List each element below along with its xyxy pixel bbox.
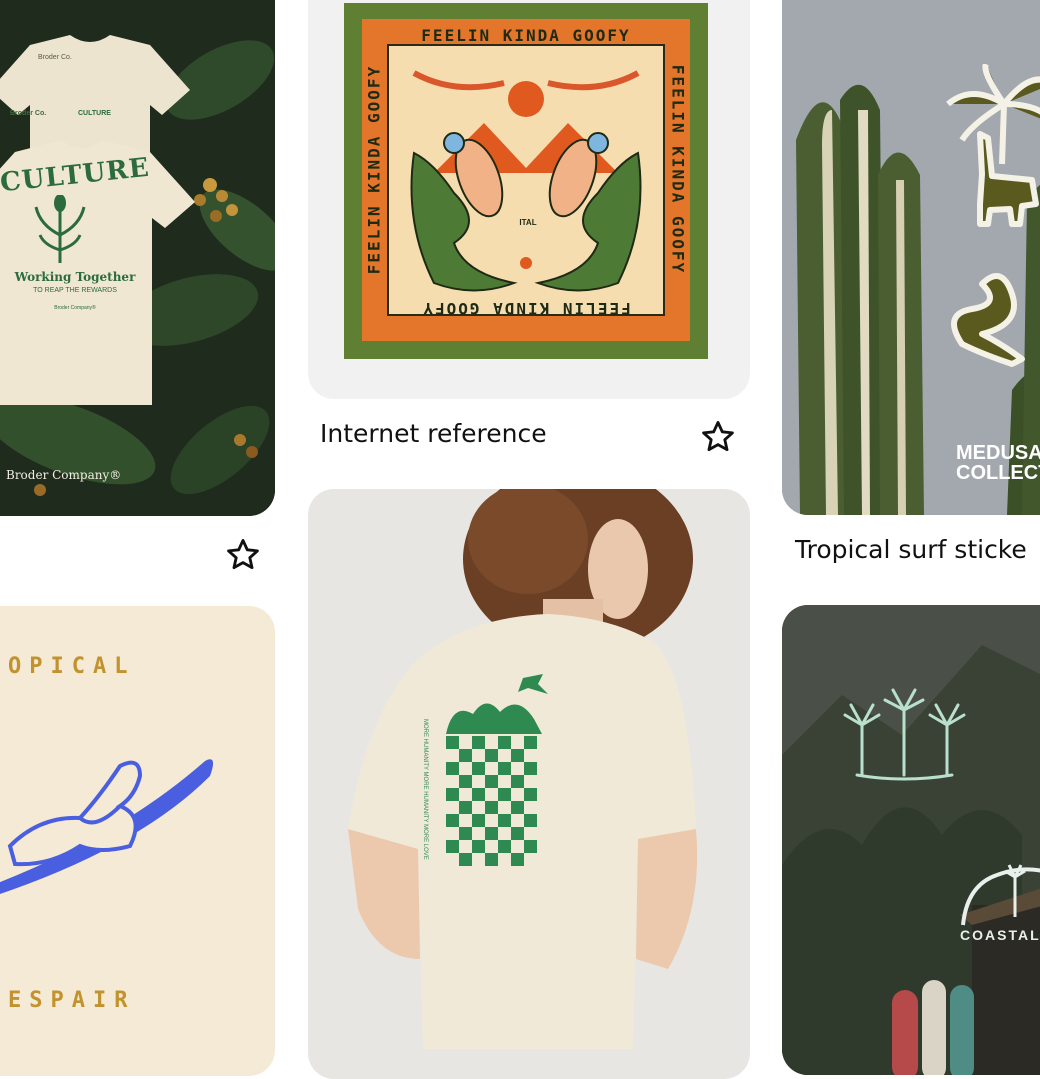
- checker-square: [459, 801, 472, 814]
- bandana-left-text: FEELIN KINDA GOOFY: [364, 64, 384, 275]
- checker-square: [524, 736, 537, 749]
- checker-square: [511, 801, 524, 814]
- pin-card-tropical-despair[interactable]: OPICAL ESPAIR: [0, 606, 275, 1076]
- checker-square: [459, 853, 472, 866]
- checker-square: [511, 853, 524, 866]
- pin-card-cactus-stickers[interactable]: MEDUSA COLLECT: [782, 0, 1040, 515]
- checker-square: [459, 749, 472, 762]
- bottom-text: ESPAIR: [8, 988, 136, 1013]
- pin-card-coastal[interactable]: COASTAL: [782, 605, 1040, 1075]
- pin-card-culture-tshirt[interactable]: Broder Co. Broder Co. CULTURE CULTURE Wo…: [0, 0, 275, 516]
- plant-illustration: [34, 195, 86, 263]
- checker-square: [485, 775, 498, 788]
- checker-square: [511, 749, 524, 762]
- checker-square: [472, 736, 485, 749]
- checker-square: [498, 814, 511, 827]
- checker-square: [459, 775, 472, 788]
- checker-square: [472, 840, 485, 853]
- print-small: Broder Company®: [54, 305, 96, 311]
- checker-square: [511, 827, 524, 840]
- checker-square: [485, 853, 498, 866]
- checker-square: [446, 736, 459, 749]
- checker-square: [524, 762, 537, 775]
- pin-caption-tropical-surf-stickers[interactable]: Tropical surf sticke: [795, 535, 1027, 564]
- checker-square: [472, 762, 485, 775]
- checker-square: [446, 788, 459, 801]
- tropical-scene-photo: [782, 605, 1040, 1075]
- checker-square: [472, 814, 485, 827]
- bandana-center-text: ITAL: [519, 218, 537, 227]
- checker-square: [485, 749, 498, 762]
- sticker-shapes: [946, 64, 1040, 367]
- checker-square: [524, 788, 537, 801]
- pin-card-bandana[interactable]: FEELIN KINDA GOOFY FEELIN KINDA GOOFY FE…: [308, 0, 750, 399]
- print-arc-text: MORE HUMANITY MORE HUMANITY MORE LOVE: [422, 719, 428, 860]
- coastal-brand-text: COASTAL: [960, 927, 1040, 943]
- checker-square: [472, 788, 485, 801]
- checker-square: [524, 814, 537, 827]
- checker-print: [446, 674, 548, 866]
- shirt-brand-label: Broder Co.: [38, 54, 72, 61]
- save-star-icon[interactable]: [223, 535, 263, 575]
- shirt-pocket-print: CULTURE: [78, 110, 111, 117]
- checker-square: [485, 827, 498, 840]
- checker-square: [485, 801, 498, 814]
- print-line2: TO REAP THE REWARDS: [33, 287, 117, 294]
- bandana-bottom-text: FEELIN KINDA GOOFY: [421, 299, 631, 318]
- pin-caption-internet-reference[interactable]: Internet reference: [320, 419, 547, 448]
- surfer-illustration: [0, 759, 214, 894]
- brand-line2: COLLECT: [956, 462, 1040, 484]
- checker-square: [498, 736, 511, 749]
- save-star-icon[interactable]: [698, 417, 738, 457]
- palm-trees-logo: [843, 688, 966, 781]
- checker-square: [498, 762, 511, 775]
- checker-square: [524, 840, 537, 853]
- checker-square: [498, 788, 511, 801]
- checker-square: [459, 827, 472, 840]
- bandana-top-text: FEELIN KINDA GOOFY: [421, 26, 631, 45]
- top-text: OPICAL: [8, 654, 136, 679]
- photo-credit: Broder Company®: [6, 468, 122, 482]
- checker-square: [446, 840, 459, 853]
- bandana-right-text: FEELIN KINDA GOOFY: [668, 64, 688, 275]
- brand-line1: MEDUSA: [956, 442, 1040, 464]
- coastal-wave-logo: [961, 864, 1040, 926]
- checker-square: [446, 762, 459, 775]
- pin-card-checker-tshirt[interactable]: MORE HUMANITY MORE HUMANITY MORE LOVE: [308, 489, 750, 1079]
- checker-square: [446, 814, 459, 827]
- checker-square: [498, 840, 511, 853]
- print-line1: Working Together: [14, 270, 136, 284]
- checker-square: [511, 775, 524, 788]
- shirt-left-print: Broder Co.: [10, 110, 47, 117]
